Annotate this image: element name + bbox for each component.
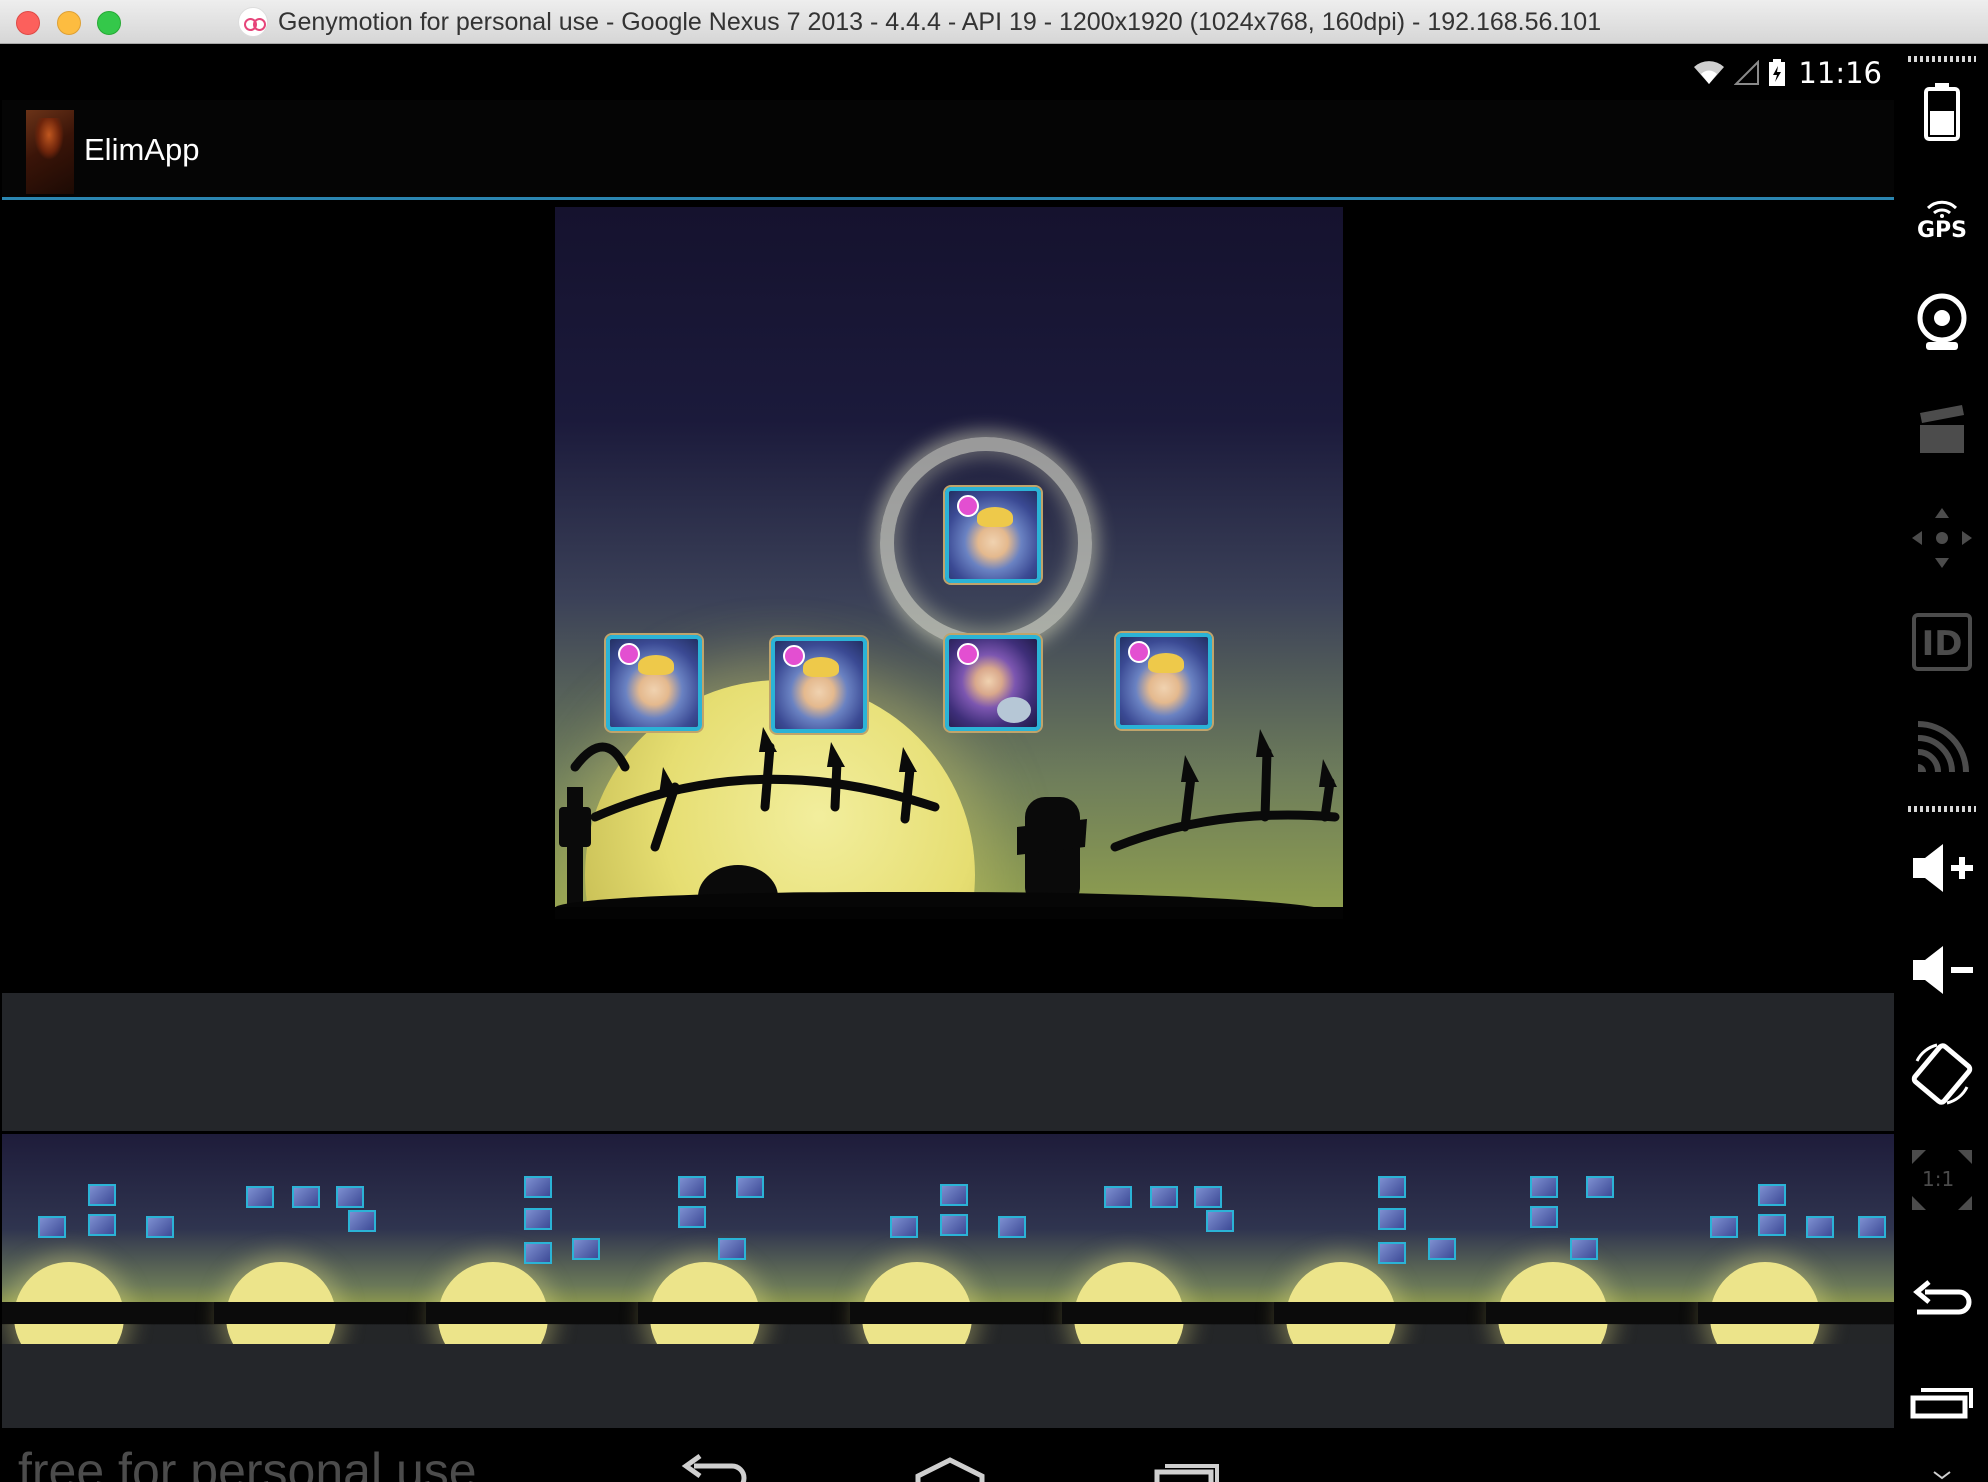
home-icon xyxy=(915,1457,985,1482)
hero-tile-swap-bottom[interactable] xyxy=(945,635,1041,731)
app-icon[interactable] xyxy=(26,110,74,194)
watermark-text: free for personal use xyxy=(18,1443,477,1482)
pixel-perfect-button[interactable]: 1:1 xyxy=(1906,1144,1978,1216)
cast-icon xyxy=(1917,721,1969,773)
frame-thumbnail[interactable] xyxy=(638,1134,850,1344)
dpad-icon xyxy=(1912,508,1972,568)
status-time: 11:16 xyxy=(1798,56,1882,90)
toolbar-grip[interactable] xyxy=(1908,56,1976,62)
status-bar: 11:16 xyxy=(2,44,1894,100)
window-title-area: Genymotion for personal use - Google Nex… xyxy=(238,0,1601,44)
signal-icon xyxy=(1734,60,1760,85)
rotate-button[interactable] xyxy=(1906,1038,1978,1110)
volume-up-button[interactable] xyxy=(1906,832,1978,904)
nav-recent-apps-button[interactable] xyxy=(1145,1446,1225,1482)
android-back-button[interactable] xyxy=(1906,1266,1978,1338)
back-arrow-icon xyxy=(681,1453,747,1482)
wifi-icon xyxy=(1694,61,1725,84)
genymotion-toolbar: GPS ID 1:1 xyxy=(1894,44,1988,1482)
camera-widget-button[interactable] xyxy=(1906,286,1978,358)
frame-thumbnail[interactable] xyxy=(1062,1134,1274,1344)
frame-thumbnail[interactable] xyxy=(850,1134,1062,1344)
gps-label: GPS xyxy=(1916,217,1968,243)
toolbar-grip[interactable] xyxy=(1908,806,1976,812)
navigation-bar: free for personal use xyxy=(2,1428,1894,1482)
window-title: Genymotion for personal use - Google Nex… xyxy=(278,7,1602,36)
frame-thumbnail[interactable] xyxy=(2,1134,214,1344)
back-arrow-icon xyxy=(1913,1280,1972,1315)
device-id-widget-button[interactable]: ID xyxy=(1906,606,1978,678)
battery-icon xyxy=(1924,83,1960,141)
frame-thumbnail[interactable] xyxy=(1274,1134,1486,1344)
scroll-down-icon[interactable] xyxy=(1932,1470,1952,1480)
frame-thumbnail[interactable] xyxy=(1698,1134,1894,1344)
frame-thumbnail[interactable] xyxy=(214,1134,426,1344)
blank-panel-top xyxy=(2,993,1894,1131)
svg-text:ID: ID xyxy=(1922,624,1963,664)
volume-up-icon xyxy=(1913,844,1973,892)
media-widget-button[interactable] xyxy=(1906,394,1978,466)
frame-thumbnail[interactable] xyxy=(426,1134,638,1344)
battery-icon xyxy=(1769,59,1786,86)
nav-back-button[interactable] xyxy=(672,1446,752,1482)
volume-down-icon xyxy=(1913,946,1973,994)
hero-tile-2[interactable] xyxy=(771,637,867,733)
android-recent-apps-button[interactable] xyxy=(1906,1366,1978,1438)
hero-tile-5[interactable] xyxy=(1116,633,1212,729)
gps-widget-button[interactable]: GPS xyxy=(1906,184,1978,256)
game-board[interactable] xyxy=(555,207,1343,919)
cast-widget-button[interactable] xyxy=(1906,712,1978,784)
frame-thumbnail[interactable] xyxy=(1486,1134,1698,1344)
dpad-widget-button[interactable] xyxy=(1906,502,1978,574)
webcam-icon xyxy=(1917,293,1967,350)
gps-signal-icon xyxy=(1926,200,1958,218)
id-card-icon: ID xyxy=(1912,613,1972,671)
pixel-perfect-label: 1:1 xyxy=(1922,1167,1955,1191)
minimize-window-button[interactable] xyxy=(57,11,81,35)
clapperboard-icon xyxy=(1920,405,1964,453)
nav-home-button[interactable] xyxy=(910,1446,990,1482)
hero-tile-1[interactable] xyxy=(606,635,702,731)
battery-widget-button[interactable] xyxy=(1906,76,1978,148)
action-bar: ElimApp xyxy=(2,100,1894,200)
android-screen[interactable]: 11:16 ElimApp free for personal use xyxy=(2,44,1894,1482)
hero-tile-swap-top[interactable] xyxy=(945,487,1041,583)
recent-apps-icon xyxy=(1910,1388,1973,1419)
close-window-button[interactable] xyxy=(16,11,40,35)
genymotion-logo-icon xyxy=(238,7,268,37)
blank-panel-bottom xyxy=(2,1344,1894,1428)
app-title: ElimApp xyxy=(84,132,200,167)
recent-apps-icon xyxy=(1154,1464,1219,1482)
volume-down-button[interactable] xyxy=(1906,934,1978,1006)
frame-strip[interactable] xyxy=(2,1134,1894,1344)
window-titlebar: Genymotion for personal use - Google Nex… xyxy=(0,0,1988,44)
rotate-icon xyxy=(1911,1043,1973,1105)
zoom-window-button[interactable] xyxy=(97,11,121,35)
